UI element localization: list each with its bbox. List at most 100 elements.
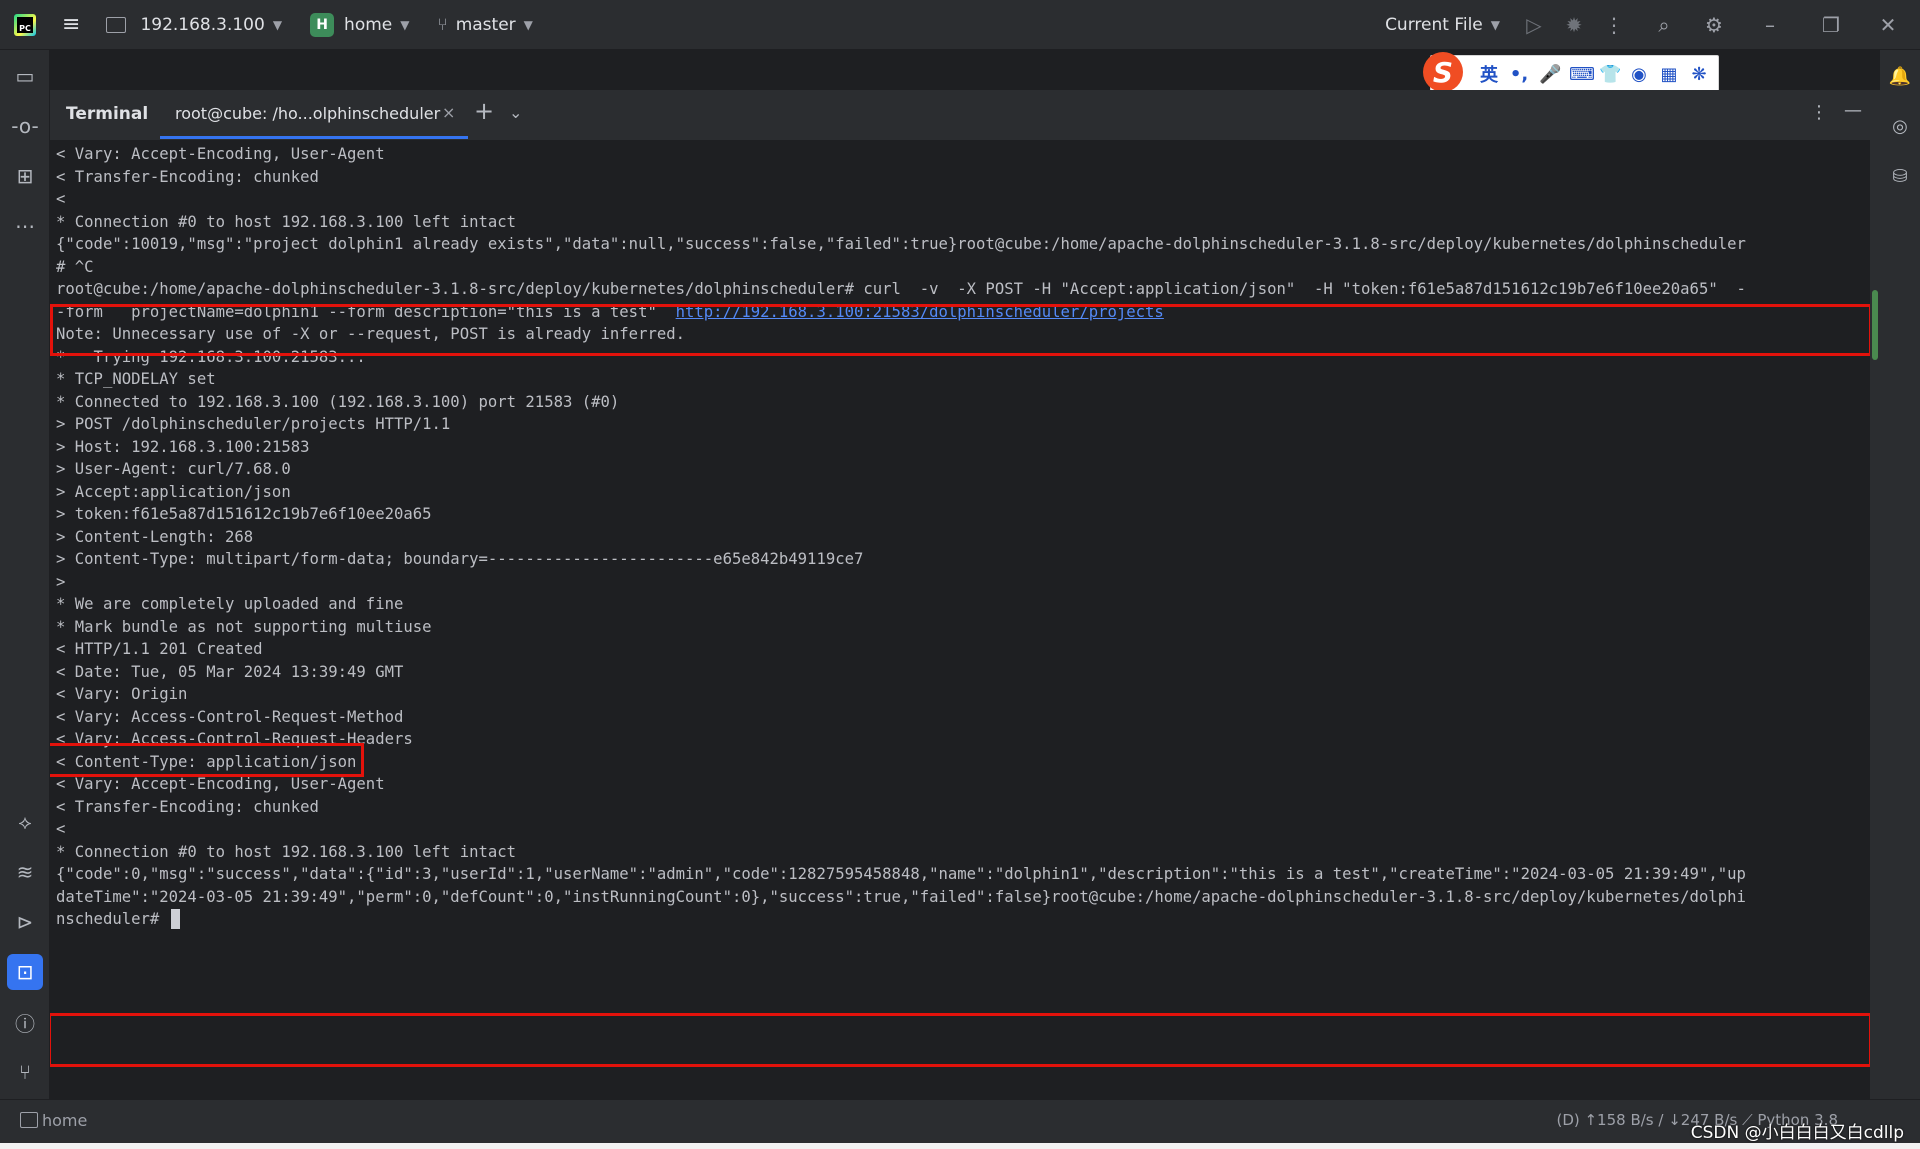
run-config-label: Current File: [1385, 15, 1483, 35]
restore-window-icon[interactable]: ❐: [1806, 13, 1856, 37]
remote-host-label: 192.168.3.100: [140, 14, 265, 35]
python-packages-icon[interactable]: ≋: [7, 854, 43, 890]
window-bottom-edge: [0, 1143, 1920, 1149]
terminal-line: < HTTP/1.1 201 Created: [56, 640, 263, 658]
terminal-session-tab[interactable]: root@cube: /ho...olphinscheduler: [175, 104, 440, 123]
terminal-line: < Vary: Accept-Encoding, User-Agent: [56, 145, 385, 163]
highlight-json-response: [50, 1013, 1870, 1067]
ime-toolbox-icon[interactable]: ▦: [1659, 64, 1679, 85]
debug-icon[interactable]: ✹: [1554, 13, 1594, 37]
terminal-line: {"code":10019,"msg":"project dolphin1 al…: [56, 235, 1746, 253]
right-tool-strip: 🔔 ◎ ⛁: [1879, 50, 1920, 1099]
project-selector[interactable]: H home ▼: [310, 12, 410, 37]
ime-skin-icon[interactable]: 👕: [1599, 64, 1621, 85]
terminal-output[interactable]: < Vary: Accept-Encoding, User-Agent < Tr…: [50, 140, 1870, 1100]
ime-microphone-icon[interactable]: 🎤: [1539, 64, 1561, 85]
remote-host-selector[interactable]: 192.168.3.100 ▼: [106, 15, 282, 35]
vcs-branch-selector[interactable]: ⑂ master ▼: [437, 15, 532, 35]
highlight-curl-command: [50, 304, 1870, 356]
ime-settings-icon[interactable]: ❋: [1689, 64, 1709, 85]
more-tools-icon[interactable]: ⋯: [7, 208, 43, 244]
python-console-icon[interactable]: ⟡: [7, 804, 43, 840]
commit-icon[interactable]: -o-: [7, 108, 43, 144]
structure-icon[interactable]: ⊞: [7, 158, 43, 194]
terminal-line: > Accept:application/json: [56, 483, 291, 501]
terminal-line: * Connected to 192.168.3.100 (192.168.3.…: [56, 393, 620, 411]
close-window-icon[interactable]: ✕: [1856, 13, 1920, 37]
git-icon[interactable]: ⑂: [7, 1054, 43, 1090]
main-menu-icon[interactable]: ≡: [62, 12, 80, 37]
workspace-icon: [20, 1112, 38, 1128]
terminal-line: <: [56, 820, 66, 838]
terminal-tool-icon[interactable]: ⊡: [7, 954, 43, 990]
title-bar: ≡ 192.168.3.100 ▼ H home ▼ ⑂ master ▼ Cu…: [0, 0, 1920, 50]
database-icon[interactable]: ⛁: [1886, 162, 1914, 190]
chevron-down-icon: ▼: [272, 17, 283, 32]
project-folder-icon[interactable]: ▭: [7, 58, 43, 94]
terminal-line: {"code":0,"msg":"success","data":{"id":3…: [56, 865, 1746, 883]
terminal-line: # ^C: [56, 258, 94, 276]
notifications-bell-icon[interactable]: 🔔: [1886, 62, 1914, 90]
terminal-line: * Mark bundle as not supporting multiuse: [56, 618, 432, 636]
terminal-line: * We are completely uploaded and fine: [56, 595, 404, 613]
terminal-line: < Vary: Origin: [56, 685, 188, 703]
highlight-http-201: [50, 743, 364, 777]
terminal-prompt-line[interactable]: nscheduler#: [56, 909, 180, 929]
chevron-down-icon: ▼: [1490, 18, 1500, 32]
csdn-watermark: CSDN @小白白白又白cdllp: [1690, 1123, 1904, 1143]
status-bar: home (D) ↑158 B/s / ↓247 B/s ⟋ Python 3.…: [0, 1099, 1920, 1144]
ime-keyboard-icon[interactable]: ⌨: [1569, 64, 1595, 85]
terminal-line: dateTime":"2024-03-05 21:39:49","perm":0…: [56, 888, 1746, 906]
titlebar-right-toolbar: Current File ▼ ▷ ✹ ⋮ ⌕ ⚙ – ❐ ✕: [1385, 0, 1920, 50]
terminal-host-icon: [106, 16, 127, 33]
terminal-line: > Content-Length: 268: [56, 528, 254, 546]
hide-panel-icon[interactable]: —: [1844, 100, 1862, 121]
ime-language-toggle[interactable]: 英: [1479, 61, 1499, 87]
terminal-line: > User-Agent: curl/7.68.0: [56, 460, 291, 478]
ime-punctuation-icon[interactable]: •,: [1509, 64, 1529, 85]
pycharm-logo-icon[interactable]: [14, 13, 36, 36]
chevron-down-icon: ▼: [523, 17, 533, 32]
left-tool-strip: ▭ -o- ⊞ ⋯ ⟡ ≋ ⊳ ⊡ ⓘ ⑂: [0, 50, 50, 1099]
git-branch-icon: ⑂: [437, 14, 448, 35]
terminal-line: < Date: Tue, 05 Mar 2024 13:39:49 GMT: [56, 663, 404, 681]
services-icon[interactable]: ⊳: [7, 904, 43, 940]
search-icon[interactable]: ⌕: [1634, 13, 1694, 37]
ime-toolbar[interactable]: S 英 •, 🎤 ⌨ 👕 ◉ ▦ ❋: [1423, 52, 1719, 92]
run-config-selector[interactable]: Current File ▼: [1385, 15, 1500, 35]
terminal-line: < Transfer-Encoding: chunked: [56, 168, 319, 186]
terminal-prompt: nscheduler#: [56, 910, 169, 928]
run-icon[interactable]: ▷: [1514, 13, 1554, 37]
more-actions-icon[interactable]: ⋮: [1594, 13, 1634, 37]
terminal-line: > token:f61e5a87d151612c19b7e6f10ee20a65: [56, 505, 432, 523]
chevron-down-icon: ▼: [400, 17, 410, 32]
project-label: home: [344, 14, 393, 35]
tab-list-chevron-icon[interactable]: ⌄: [509, 103, 522, 122]
terminal-line: < Transfer-Encoding: chunked: [56, 798, 319, 816]
branch-label: master: [455, 14, 516, 35]
ime-emoji-icon[interactable]: ◉: [1629, 64, 1649, 85]
minimize-window-icon[interactable]: –: [1734, 13, 1806, 37]
terminal-line: >: [56, 573, 66, 591]
panel-options-icon[interactable]: ⋮: [1810, 102, 1828, 123]
project-badge: H: [310, 12, 335, 37]
terminal-line: root@cube:/home/apache-dolphinscheduler-…: [56, 280, 1746, 298]
settings-gear-icon[interactable]: ⚙: [1694, 13, 1734, 37]
new-tab-plus-icon[interactable]: +: [474, 97, 494, 125]
active-tab-indicator: [160, 136, 468, 139]
terminal-line: < Vary: Accept-Encoding, User-Agent: [56, 775, 385, 793]
workspace-label[interactable]: home: [42, 1111, 87, 1130]
terminal-line: > Content-Type: multipart/form-data; bou…: [56, 550, 864, 568]
terminal-line: * TCP_NODELAY set: [56, 370, 216, 388]
terminal-scrollbar[interactable]: [1870, 140, 1880, 1100]
terminal-line: * Connection #0 to host 192.168.3.100 le…: [56, 213, 517, 231]
panel-title: Terminal: [66, 104, 149, 124]
scrollbar-thumb[interactable]: [1872, 290, 1878, 360]
ime-items: 英 •, 🎤 ⌨ 👕 ◉ ▦ ❋: [1479, 61, 1709, 87]
ai-assistant-icon[interactable]: ◎: [1886, 112, 1914, 140]
problems-icon[interactable]: ⓘ: [7, 1004, 43, 1040]
close-tab-icon[interactable]: ×: [442, 103, 455, 122]
terminal-panel-header: Terminal root@cube: /ho...olphinschedule…: [50, 90, 1880, 140]
terminal-line: > POST /dolphinscheduler/projects HTTP/1…: [56, 415, 451, 433]
sogou-logo[interactable]: S: [1423, 52, 1463, 92]
